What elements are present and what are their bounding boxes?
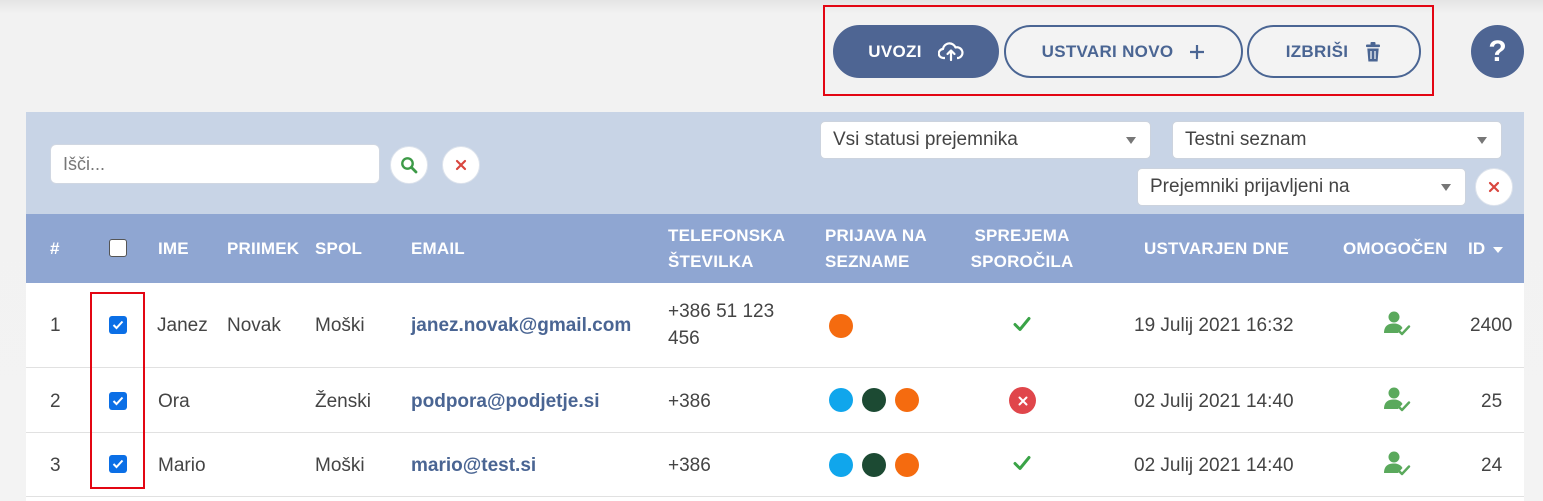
- row-gender: Moški: [315, 455, 365, 476]
- search-button[interactable]: [390, 146, 428, 184]
- row-email[interactable]: janez.novak@gmail.com: [411, 312, 631, 339]
- row-phone: +386: [668, 455, 711, 476]
- header-first-name[interactable]: IME: [158, 236, 189, 262]
- header-enabled[interactable]: OMOGOČEN: [1343, 236, 1448, 262]
- search-input[interactable]: [50, 144, 380, 184]
- list-status-dot: [829, 453, 853, 477]
- row-phone-line1: +386 51 123: [668, 301, 775, 322]
- row-id: 25: [1481, 391, 1503, 412]
- row-phone: +386 51 123 456: [668, 298, 774, 352]
- list-status-dot: [895, 453, 919, 477]
- clear-filters-button[interactable]: [1475, 168, 1513, 206]
- row-phone: +386: [668, 391, 711, 412]
- header-email[interactable]: EMAIL: [411, 236, 465, 262]
- row-num: 2: [50, 391, 61, 412]
- list-status-dot: [895, 388, 919, 412]
- row-email[interactable]: podpora@podjetje.si: [411, 388, 599, 415]
- list-status-dot: [829, 314, 853, 338]
- header-num: #: [50, 239, 60, 258]
- header-accepts-line1: SPREJEMA: [974, 226, 1070, 245]
- header-id-label: ID: [1468, 239, 1486, 258]
- header-lists-line1: PRIJAVA NA: [825, 226, 927, 245]
- header-id[interactable]: ID: [1468, 236, 1504, 262]
- list-select[interactable]: Testni seznam: [1172, 121, 1502, 159]
- sort-desc-icon: [1493, 246, 1504, 253]
- subscribed-to-select[interactable]: Prejemniki prijavljeni na: [1137, 168, 1466, 206]
- search-icon: [400, 156, 418, 174]
- list-status-dot: [862, 388, 886, 412]
- close-icon: [455, 159, 467, 171]
- list-select-value: Testni seznam: [1185, 129, 1307, 150]
- row-last-name: Novak: [227, 315, 281, 336]
- row-phone-line2: 456: [668, 328, 700, 349]
- user-check-icon[interactable]: [1382, 386, 1414, 414]
- row-created: 02 Julij 2021 14:40: [1134, 391, 1294, 412]
- row-created: 19 Julij 2021 16:32: [1134, 315, 1294, 336]
- header-phone-line1: TELEFONSKA: [668, 226, 786, 245]
- row-first-name: Mario: [158, 455, 206, 476]
- row-id: 2400: [1470, 315, 1513, 336]
- user-check-icon[interactable]: [1382, 450, 1414, 478]
- check-icon: [1010, 312, 1034, 336]
- select-all-checkbox[interactable]: [109, 239, 127, 257]
- header-last-name[interactable]: PRIIMEK: [227, 236, 299, 262]
- help-button[interactable]: ?: [1471, 25, 1524, 78]
- recipient-status-value: Vsi statusi prejemnika: [833, 129, 1018, 150]
- close-icon: [1488, 181, 1500, 193]
- row-id: 24: [1481, 455, 1503, 476]
- recipient-status-select[interactable]: Vsi statusi prejemnika: [820, 121, 1151, 159]
- row-divider: [26, 432, 1524, 433]
- list-status-dot: [829, 388, 853, 412]
- header-lists[interactable]: PRIJAVA NA SEZNAME: [825, 223, 927, 275]
- row-email[interactable]: mario@test.si: [411, 452, 536, 479]
- cancel-circle-icon: [1009, 387, 1036, 414]
- checkbox-column-highlight: [90, 292, 145, 489]
- chevron-down-icon: [1477, 137, 1487, 144]
- row-first-name: Ora: [158, 391, 190, 412]
- user-check-icon[interactable]: [1382, 310, 1414, 338]
- action-buttons-highlight: [823, 5, 1434, 96]
- chevron-down-icon: [1126, 137, 1136, 144]
- row-created: 02 Julij 2021 14:40: [1134, 455, 1294, 476]
- check-icon: [1010, 451, 1034, 475]
- row-divider: [26, 367, 1524, 368]
- row-num: 1: [50, 315, 61, 336]
- list-status-dot: [862, 453, 886, 477]
- header-created[interactable]: USTVARJEN DNE: [1144, 236, 1289, 262]
- header-accepts-messages[interactable]: SPREJEMA SPOROČILA: [960, 223, 1084, 275]
- header-phone[interactable]: TELEFONSKA ŠTEVILKA: [668, 223, 785, 275]
- header-lists-line2: SEZNAME: [825, 252, 910, 271]
- clear-search-button[interactable]: [442, 146, 480, 184]
- header-accepts-line2: SPOROČILA: [970, 252, 1074, 271]
- row-gender: Ženski: [315, 391, 371, 412]
- row-num: 3: [50, 455, 61, 476]
- chevron-down-icon: [1441, 184, 1451, 191]
- row-gender: Moški: [315, 315, 365, 336]
- header-gender[interactable]: SPOL: [315, 236, 362, 262]
- header-phone-line2: ŠTEVILKA: [668, 252, 754, 271]
- row-divider: [26, 496, 1524, 497]
- subscribed-to-value: Prejemniki prijavljeni na: [1150, 176, 1350, 197]
- row-first-name: Janez: [157, 315, 208, 336]
